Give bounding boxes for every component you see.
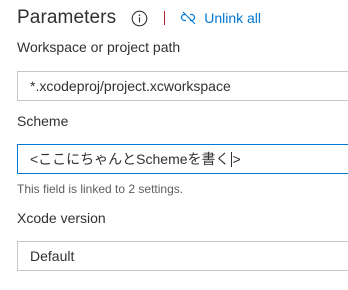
parameters-header: Parameters Unlink all (17, 4, 261, 32)
unlink-all-button[interactable]: Unlink all (181, 10, 261, 26)
workspace-path-input[interactable]: *.xcodeproj/project.xcworkspace (17, 71, 348, 101)
workspace-label: Workspace or project path (17, 39, 181, 55)
scheme-label: Scheme (17, 113, 69, 129)
header-divider (164, 11, 166, 25)
xcode-version-label: Xcode version (17, 210, 106, 226)
scheme-value-after-caret: > (232, 151, 241, 167)
workspace-path-value: *.xcodeproj/project.xcworkspace (30, 78, 231, 94)
parameters-panel: Parameters Unlink all Workspace or proje… (0, 0, 348, 290)
section-title: Parameters (17, 7, 117, 28)
scheme-input[interactable]: <ここにちゃんとSchemeを書く > (17, 144, 348, 174)
text-caret (230, 151, 232, 167)
xcode-version-value: Default (30, 248, 75, 264)
unlink-all-label: Unlink all (204, 10, 262, 26)
unlink-icon (181, 11, 198, 25)
scheme-value-before-caret: <ここにちゃんとSchemeを書く (30, 151, 230, 167)
info-icon[interactable] (131, 10, 148, 27)
scheme-helper-text: This field is linked to 2 settings. (17, 182, 184, 196)
xcode-version-input[interactable]: Default (17, 241, 348, 271)
